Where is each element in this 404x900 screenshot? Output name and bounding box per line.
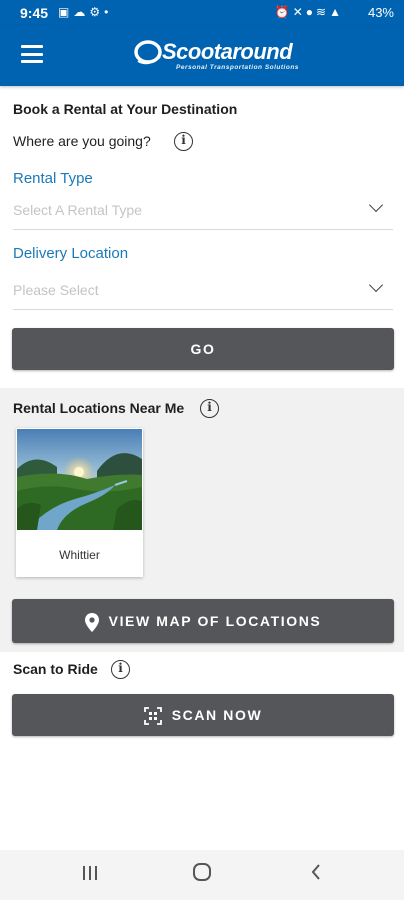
dot-icon: • xyxy=(104,5,113,19)
wifi-icon: ≋ xyxy=(316,5,330,19)
hamburger-icon[interactable] xyxy=(21,45,43,63)
back-icon[interactable] xyxy=(296,862,336,888)
battery-level: 43% xyxy=(367,5,394,20)
scan-now-button[interactable]: SCAN NOW xyxy=(12,694,394,736)
rental-type-placeholder: Select A Rental Type xyxy=(13,202,142,218)
booking-title: Book a Rental at Your Destination xyxy=(13,101,238,117)
map-pin-icon xyxy=(84,612,99,632)
go-button[interactable]: GO xyxy=(12,328,394,370)
system-icons: ⏰✕●≋▲ xyxy=(275,5,344,19)
gear-icon: ⚙ xyxy=(89,5,105,19)
notification-icons: ▣☁⚙• xyxy=(58,5,112,19)
delivery-location-label: Delivery Location xyxy=(13,245,129,262)
rental-type-label: Rental Type xyxy=(13,170,93,187)
scan-now-label: SCAN NOW xyxy=(171,707,263,723)
status-time: 9:45 xyxy=(20,5,49,21)
scan-title: Scan to Ride xyxy=(13,661,98,677)
mute-icon: ✕ xyxy=(292,5,306,19)
location-card[interactable]: Whittier xyxy=(16,428,143,577)
recent-apps-icon[interactable] xyxy=(70,862,110,888)
image-icon: ▣ xyxy=(58,5,74,19)
delivery-location-placeholder: Please Select xyxy=(13,282,99,298)
app-header: Scootaround Personal Transportation Solu… xyxy=(0,26,404,86)
delivery-location-select[interactable]: Please Select xyxy=(13,274,393,310)
location-name: Whittier xyxy=(59,548,100,562)
alarm-icon: ⏰ xyxy=(274,5,293,19)
nearby-title: Rental Locations Near Me xyxy=(13,400,185,416)
cloud-icon: ☁ xyxy=(73,5,90,19)
home-icon[interactable] xyxy=(182,862,222,888)
info-icon[interactable]: i xyxy=(174,132,193,151)
brand-tagline: Personal Transportation Solutions xyxy=(176,64,299,71)
status-bar: 9:45 ▣☁⚙• ⏰✕●≋▲ 43% xyxy=(0,0,404,26)
view-map-button[interactable]: VIEW MAP OF LOCATIONS xyxy=(12,599,394,643)
chevron-down-icon xyxy=(368,277,384,293)
chevron-down-icon xyxy=(368,197,384,213)
info-icon[interactable]: i xyxy=(200,399,219,418)
location-icon: ● xyxy=(305,5,317,19)
view-map-label: VIEW MAP OF LOCATIONS xyxy=(108,613,322,629)
signal-icon: ▲ xyxy=(329,5,344,19)
system-nav-bar xyxy=(0,850,404,900)
location-thumbnail xyxy=(17,429,142,530)
logo-swoosh-icon xyxy=(134,40,162,65)
rental-type-select[interactable]: Select A Rental Type xyxy=(13,194,393,230)
qr-scan-icon xyxy=(143,707,162,726)
scootaround-logo: Scootaround Personal Transportation Solu… xyxy=(134,35,299,79)
brand-name: Scootaround xyxy=(162,39,293,64)
info-icon[interactable]: i xyxy=(111,660,130,679)
booking-question: Where are you going? xyxy=(13,133,151,149)
